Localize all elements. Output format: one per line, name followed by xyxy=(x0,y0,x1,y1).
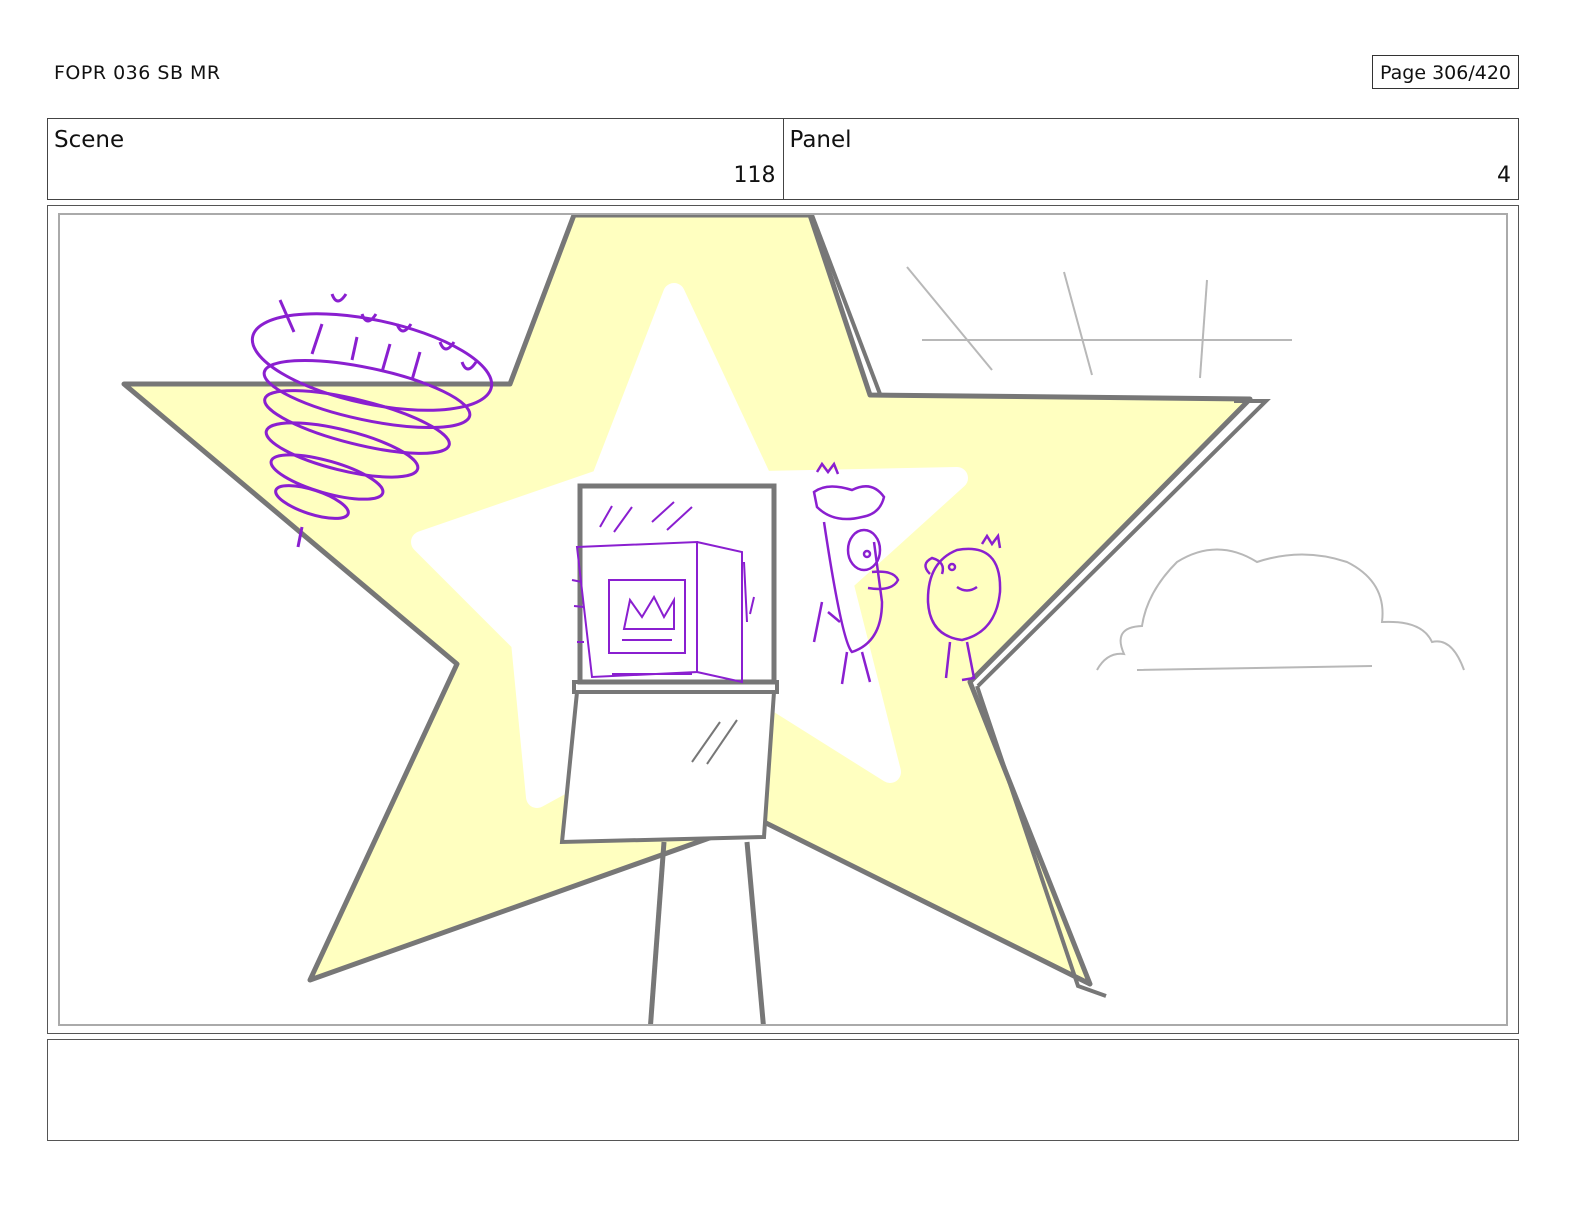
cloud-sketch xyxy=(1096,548,1465,671)
document-title: FOPR 036 SB MR xyxy=(54,62,221,84)
panel-cell: Panel 4 xyxy=(782,119,1519,199)
action-notes-box xyxy=(47,1039,1519,1141)
page-number: Page 306/420 xyxy=(1372,55,1519,89)
pole xyxy=(648,841,766,1024)
scene-number: 118 xyxy=(733,163,776,188)
scene-label: Scene xyxy=(54,127,125,153)
pedestal xyxy=(559,680,779,845)
scene-cell: Scene 118 xyxy=(48,119,783,199)
background-sketch-lines xyxy=(906,266,1292,379)
storyboard-drawing xyxy=(121,215,1465,1024)
scene-panel-header: Scene 118 Panel 4 xyxy=(47,118,1519,200)
storyboard-frame xyxy=(58,213,1508,1026)
panel-label: Panel xyxy=(789,127,852,153)
panel-number: 4 xyxy=(1497,163,1511,188)
